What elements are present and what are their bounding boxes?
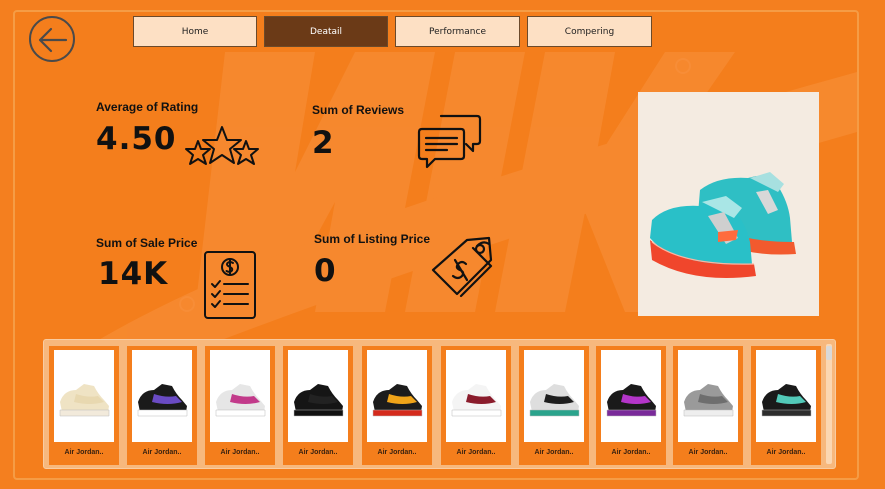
sneaker-thumbnail-icon xyxy=(293,384,344,417)
tab-label: Compering xyxy=(564,26,615,37)
tab-home[interactable]: Home xyxy=(133,16,257,47)
product-name: Air Jordan.. xyxy=(534,449,574,456)
tab-performance[interactable]: Performance xyxy=(395,16,520,47)
product-name: Air Jordan.. xyxy=(64,449,104,456)
gallery-item[interactable]: Air Jordan.. xyxy=(283,346,353,465)
sneaker-thumbnail-icon xyxy=(451,384,502,417)
price-tag-icon xyxy=(431,236,493,298)
sneaker-thumbnail-icon xyxy=(372,384,423,417)
back-button[interactable] xyxy=(29,16,75,62)
sneaker-thumbnail-icon xyxy=(761,384,812,417)
sneaker-thumbnail-icon xyxy=(683,384,734,417)
sneaker-thumbnail-icon xyxy=(137,384,188,417)
product-name: Air Jordan.. xyxy=(298,449,338,456)
product-name: Air Jordan.. xyxy=(456,449,496,456)
sneaker-thumbnail-icon xyxy=(606,384,657,417)
gallery-item[interactable]: Air Jordan.. xyxy=(441,346,511,465)
product-thumbnail xyxy=(524,350,584,442)
gallery-item[interactable]: Air Jordan.. xyxy=(362,346,432,465)
product-name: Air Jordan.. xyxy=(688,449,728,456)
product-name: Air Jordan.. xyxy=(220,449,260,456)
scrollbar-thumb[interactable] xyxy=(826,346,832,360)
product-thumbnail xyxy=(210,350,270,442)
sneaker-thumbnail-icon xyxy=(529,384,580,417)
rating-label: Average of Rating xyxy=(96,100,199,114)
sneaker-illustration xyxy=(650,172,796,278)
gallery-item[interactable]: Air Jordan.. xyxy=(519,346,589,465)
arrow-left-icon xyxy=(38,27,68,53)
gallery-item[interactable]: Air Jordan.. xyxy=(673,346,743,465)
tab-comparing[interactable]: Compering xyxy=(527,16,652,47)
sale-price-value: 14K xyxy=(98,256,169,292)
listing-price-value: 0 xyxy=(314,253,337,289)
sale-price-label: Sum of Sale Price xyxy=(96,236,198,250)
product-name: Air Jordan.. xyxy=(377,449,417,456)
product-name: Air Jordan.. xyxy=(611,449,651,456)
sneaker-thumbnail-icon xyxy=(215,384,266,417)
tab-label: Performance xyxy=(428,26,487,37)
gallery-scrollbar[interactable] xyxy=(826,344,832,464)
product-thumbnail xyxy=(54,350,114,442)
selected-product-image xyxy=(638,92,819,316)
product-name: Air Jordan.. xyxy=(766,449,806,456)
gallery-item[interactable]: Air Jordan.. xyxy=(751,346,821,465)
product-name: Air Jordan.. xyxy=(142,449,182,456)
stars-icon xyxy=(185,126,259,165)
product-thumbnail xyxy=(601,350,661,442)
product-thumbnail xyxy=(367,350,427,442)
listing-price-label: Sum of Listing Price xyxy=(314,232,431,246)
chat-bubbles-icon xyxy=(417,114,482,169)
sneaker-thumbnail-icon xyxy=(59,384,110,417)
reviews-value: 2 xyxy=(312,125,335,161)
gallery-item[interactable]: Air Jordan.. xyxy=(205,346,275,465)
product-gallery[interactable]: Air Jordan.. Air Jordan.. Air Jordan.. Air … xyxy=(43,339,836,469)
gallery-item[interactable]: Air Jordan.. xyxy=(596,346,666,465)
product-thumbnail xyxy=(288,350,348,442)
product-thumbnail xyxy=(446,350,506,442)
invoice-icon xyxy=(204,251,256,319)
tab-detail[interactable]: Deatail xyxy=(264,16,388,47)
product-thumbnail xyxy=(132,350,192,442)
product-thumbnail xyxy=(678,350,738,442)
gallery-item[interactable]: Air Jordan.. xyxy=(49,346,119,465)
tab-label: Deatail xyxy=(309,26,343,37)
product-thumbnail xyxy=(756,350,816,442)
gallery-item[interactable]: Air Jordan.. xyxy=(127,346,197,465)
tab-label: Home xyxy=(181,26,209,37)
rating-value: 4.50 xyxy=(96,121,177,157)
reviews-label: Sum of Reviews xyxy=(312,103,405,117)
